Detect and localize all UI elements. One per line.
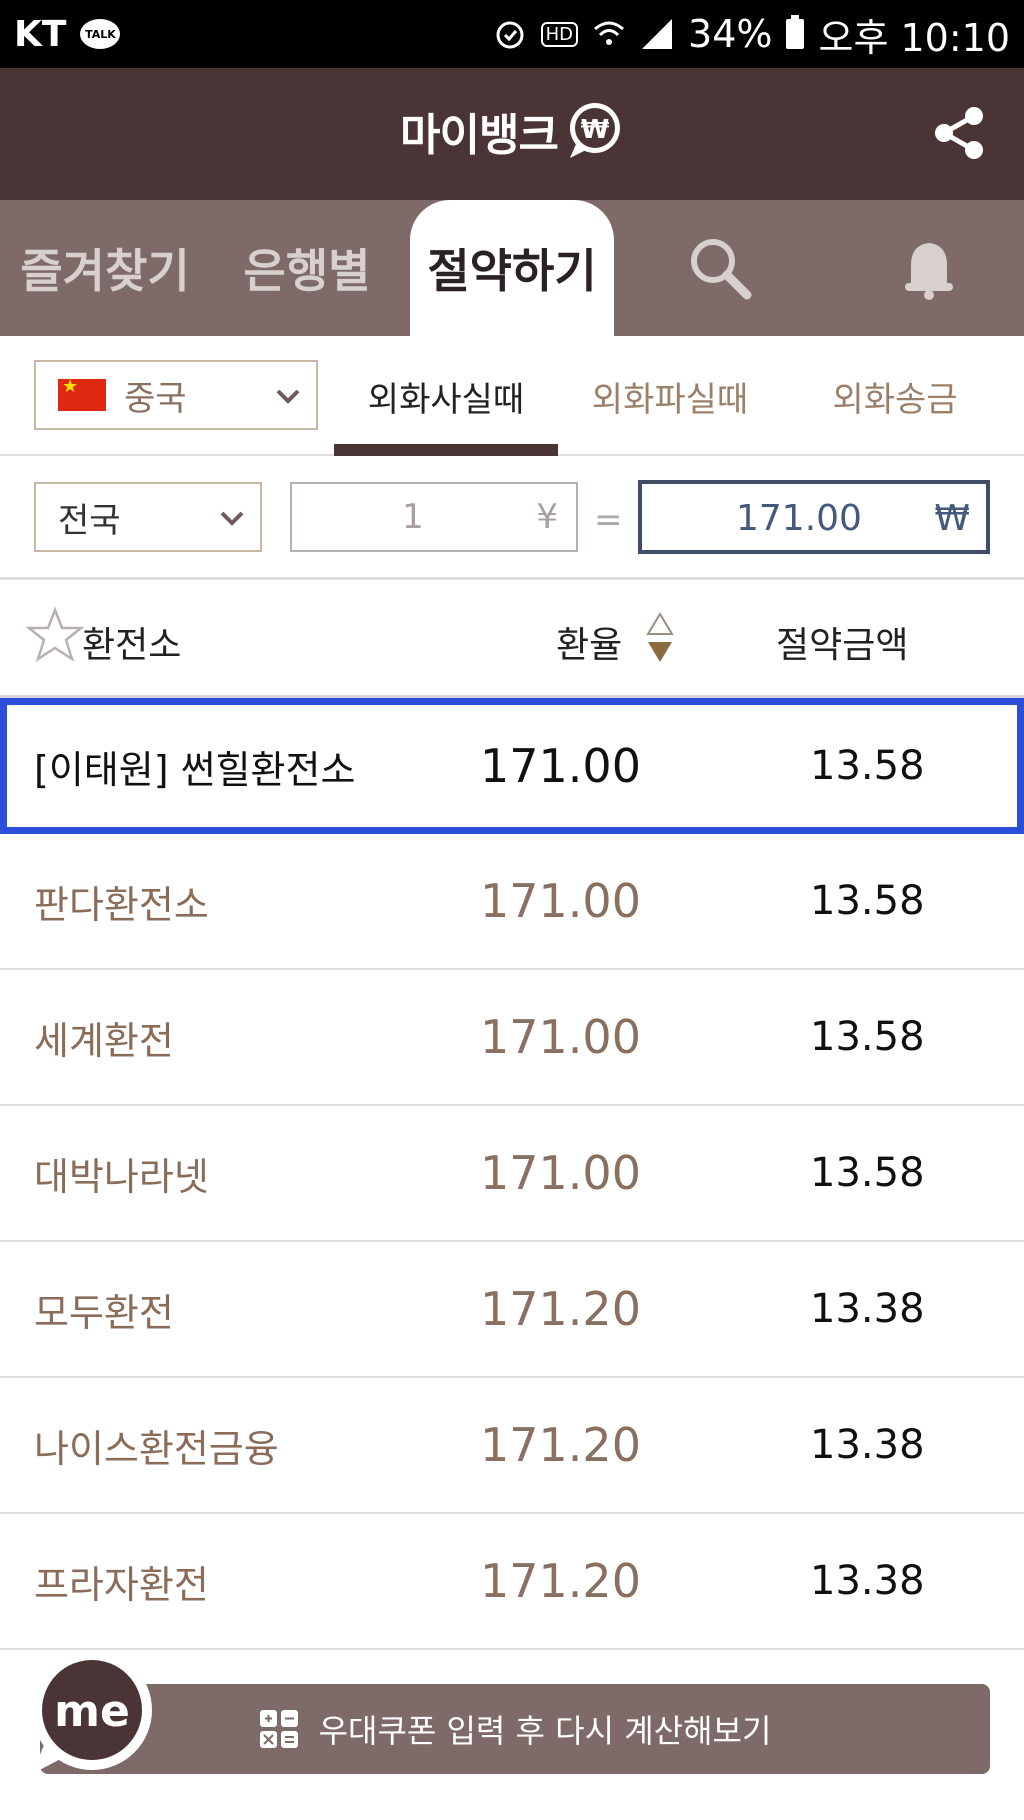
currency-filter-row: 중국 외화사실때 외화파실때 외화송금 [0,336,1024,456]
clock: 오후 10:10 [818,15,1010,60]
country-label: 중국 [124,378,187,419]
won-symbol: ₩ [934,498,970,539]
sort-icon[interactable] [646,612,674,664]
svg-text:me: me [54,1686,130,1737]
bell-icon [905,243,953,300]
equals-sign: = [594,500,623,540]
savings-value: 13.58 [810,743,925,789]
table-row[interactable]: 나이스환전금융 171.20 13.38 [0,1378,1024,1514]
app-header: 마이뱅크 ₩ [0,68,1024,200]
table-row[interactable]: 모두환전 171.20 13.38 [0,1242,1024,1378]
coupon-recalculate-button[interactable]: 우대쿠폰 입력 후 다시 계산해보기 [40,1684,990,1774]
chevron-down-icon [276,389,300,404]
search-icon [691,239,752,300]
subtab-remittance[interactable]: 외화송금 [800,336,990,456]
region-label: 전국 [58,500,121,541]
app-logo[interactable]: 마이뱅크 ₩ [400,98,628,164]
column-header-savings: 절약금액 [776,625,909,666]
column-header-exchange-office: 환전소 [82,625,182,666]
table-row[interactable]: 세계환전 171.00 13.58 [0,970,1024,1106]
me-chat-button[interactable]: me [26,1650,154,1778]
country-dropdown[interactable]: 중국 [34,360,318,430]
exchange-office-name: 프라자환전 [34,1562,209,1607]
tab-savings[interactable]: 절약하기 [410,200,614,336]
exchange-rate-value: 171.00 [480,1010,641,1064]
exchange-office-name: 나이스환전금융 [34,1426,279,1471]
table-row[interactable]: 대박나라넷 171.00 13.58 [0,1106,1024,1242]
savings-value: 13.38 [810,1558,925,1604]
exchange-rate-value: 171.20 [480,1554,641,1608]
column-header-rate[interactable]: 환율 [556,616,622,668]
exchange-office-name: 판다환전소 [34,882,209,927]
converted-amount-field: 171.00 ₩ [638,480,990,554]
alarm-icon [496,21,524,49]
coupon-button-label: 우대쿠폰 입력 후 다시 계산해보기 [318,1712,772,1750]
main-tab-bar: 즐겨찾기 은행별 절약하기 [0,200,1024,336]
table-header: 환전소 환율 절약금액 [0,580,1024,698]
exchange-office-name: 대박나라넷 [34,1154,209,1199]
savings-value: 13.58 [810,878,925,924]
won-bubble-icon: ₩ [569,103,620,158]
exchange-rate-value: 171.00 [480,1146,641,1200]
tab-notifications[interactable] [886,200,966,336]
tab-search[interactable] [680,200,760,336]
subtab-sell-currency[interactable]: 외화파실때 [570,336,770,456]
wifi-icon [594,21,624,45]
chevron-down-icon [220,511,244,526]
converted-amount-value: 171.00 [736,498,862,539]
amount-input[interactable]: 1 ¥ [290,482,578,552]
exchange-rate-value: 171.20 [480,1282,641,1336]
status-bar: KT TALK HD 34% 오후 10:10 [0,0,1024,68]
china-flag-icon [58,376,106,411]
exchange-office-name: 모두환전 [34,1290,174,1335]
region-dropdown[interactable]: 전국 [34,482,262,552]
tab-by-bank[interactable]: 은행별 [232,200,382,336]
savings-value: 13.58 [810,1014,925,1060]
share-icon[interactable] [930,104,988,162]
amount-calculator-row: 전국 1 ¥ = 171.00 ₩ [0,456,1024,580]
svg-text:₩: ₩ [581,115,610,145]
exchange-rate-value: 171.00 [480,874,641,928]
battery-percent: 34% [688,12,773,56]
calculator-icon [259,1710,298,1748]
battery-icon [786,15,805,49]
exchange-office-name: [이태원] 썬힐환전소 [34,747,356,792]
savings-value: 13.38 [810,1422,925,1468]
savings-value: 13.58 [810,1150,925,1196]
kakaotalk-icon: TALK [80,19,121,49]
table-row[interactable]: 프라자환전 171.20 13.38 [0,1514,1024,1650]
table-row[interactable]: 판다환전소 171.00 13.58 [0,834,1024,970]
exchange-rate-value: 171.20 [480,1418,641,1472]
exchange-office-name: 세계환전 [34,1018,174,1063]
hd-icon: HD [540,21,579,47]
carrier-name: KT [14,13,67,55]
amount-value: 1 [402,497,424,537]
logo-text: 마이뱅크 [400,110,559,161]
table-row[interactable]: [이태원] 썬힐환전소 171.00 13.58 [0,698,1024,834]
star-outline-icon[interactable] [26,606,84,664]
signal-icon [642,19,673,49]
subtab-buy-currency[interactable]: 외화사실때 [334,336,558,456]
tab-favorites[interactable]: 즐겨찾기 [20,200,190,336]
exchange-rate-value: 171.00 [480,739,641,793]
yuan-symbol: ¥ [536,497,558,537]
savings-value: 13.38 [810,1286,925,1332]
